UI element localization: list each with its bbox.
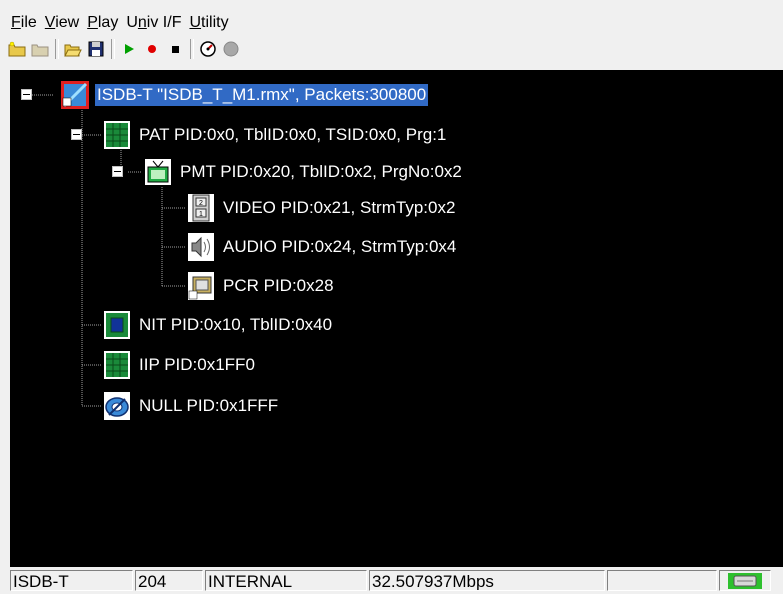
menu-file-post: ile: [20, 14, 37, 31]
tree-node-pat[interactable]: PAT PID:0x0, TblID:0x0, TSID:0x0, Prg:1: [102, 116, 448, 154]
app-window: File View Play Univ I/F Utility ISDB-T "…: [0, 0, 783, 594]
tree-node-iip-label: IIP PID:0x1FF0: [139, 355, 255, 374]
tree-node-pmt-label: PMT PID:0x20, TblID:0x2, PrgNo:0x2: [180, 162, 462, 181]
stream-file-icon: [60, 80, 90, 110]
toolbar-separator: [190, 39, 194, 59]
tree-node-pat-label: PAT PID:0x0, TblID:0x0, TSID:0x0, Prg:1: [139, 125, 447, 144]
status-device-panel: [719, 570, 771, 591]
stream-tree-view[interactable]: ISDB-T "ISDB_T_M1.rmx", Packets:300800 P…: [10, 70, 783, 567]
menu-utility[interactable]: Utility: [186, 13, 233, 33]
toolbar-separator: [55, 39, 59, 59]
menu-bar: File View Play Univ I/F Utility: [0, 12, 783, 34]
record-icon[interactable]: [141, 38, 163, 60]
open-icon[interactable]: [62, 38, 84, 60]
tree-node-nit[interactable]: NIT PID:0x10, TblID:0x40: [102, 306, 334, 344]
tree-node-root[interactable]: ISDB-T "ISDB_T_M1.rmx", Packets:300800: [60, 76, 429, 114]
menu-view-post: iew: [55, 14, 80, 31]
menu-play-accel: P: [87, 14, 98, 31]
pat-collapse-toggle[interactable]: [71, 129, 82, 140]
svg-text:1: 1: [199, 211, 203, 218]
status-empty-panel: [607, 570, 717, 591]
folder-icon[interactable]: [29, 38, 51, 60]
stop-icon[interactable]: [164, 38, 186, 60]
menu-univ-post: iv I/F: [146, 14, 182, 31]
speaker-icon: [186, 232, 216, 262]
speedometer-icon[interactable]: [197, 38, 219, 60]
tree-node-pmt[interactable]: PMT PID:0x20, TblID:0x2, PrgNo:0x2: [143, 153, 464, 191]
menu-play[interactable]: Play: [84, 13, 123, 33]
tree-node-iip[interactable]: IIP PID:0x1FF0: [102, 346, 257, 384]
film-icon: 21: [186, 193, 216, 223]
status-bitrate: 32.507937Mbps: [369, 570, 605, 591]
menu-utility-post: tility: [201, 14, 229, 31]
menu-view[interactable]: View: [42, 13, 84, 33]
device-status-icon: [728, 572, 762, 589]
tree-node-null-label: NULL PID:0x1FFF: [139, 396, 279, 415]
network-table-icon: [102, 310, 132, 340]
null-disc-icon: [102, 391, 132, 421]
menu-play-post: lay: [97, 14, 119, 31]
pmt-collapse-toggle[interactable]: [112, 166, 123, 177]
menu-file[interactable]: File: [8, 13, 42, 33]
root-collapse-toggle[interactable]: [21, 89, 32, 100]
tree-node-audio-label: AUDIO PID:0x24, StrmTyp:0x4: [223, 237, 457, 256]
save-icon[interactable]: [85, 38, 107, 60]
tree-node-root-label: ISDB-T "ISDB_T_M1.rmx", Packets:300800: [95, 84, 429, 106]
tv-icon: [143, 157, 173, 187]
tree-node-audio[interactable]: AUDIO PID:0x24, StrmTyp:0x4: [186, 228, 458, 266]
tree-node-video-label: VIDEO PID:0x21, StrmTyp:0x2: [223, 198, 456, 217]
status-clock-source: INTERNAL: [205, 570, 367, 591]
table-icon: [102, 120, 132, 150]
new-folder-icon[interactable]: [6, 38, 28, 60]
tree-node-pcr[interactable]: PCR PID:0x28: [186, 267, 336, 305]
toolbar: [0, 36, 783, 62]
menu-file-accel: F: [11, 14, 21, 31]
svg-text:2: 2: [199, 200, 203, 207]
disc-icon[interactable]: [220, 38, 242, 60]
status-mode: ISDB-T: [10, 570, 133, 591]
play-icon[interactable]: [118, 38, 140, 60]
tree-node-null[interactable]: NULL PID:0x1FFF: [102, 387, 280, 425]
toolbar-separator: [111, 39, 115, 59]
menu-utility-accel: U: [189, 14, 202, 31]
clock-chip-icon: [186, 271, 216, 301]
tree-node-nit-label: NIT PID:0x10, TblID:0x40: [139, 315, 333, 334]
menu-view-accel: V: [44, 14, 56, 31]
tree-node-pcr-label: PCR PID:0x28: [223, 276, 334, 295]
menu-univ-accel: n: [137, 14, 147, 31]
status-packet-size: 204: [135, 570, 203, 591]
status-bar: ISDB-T 204 INTERNAL 32.507937Mbps: [0, 567, 783, 594]
menu-univ-if[interactable]: Univ I/F: [123, 13, 186, 33]
table-icon: [102, 350, 132, 380]
menu-univ-pre: U: [126, 14, 138, 31]
tree-node-video[interactable]: 21 VIDEO PID:0x21, StrmTyp:0x2: [186, 189, 457, 227]
